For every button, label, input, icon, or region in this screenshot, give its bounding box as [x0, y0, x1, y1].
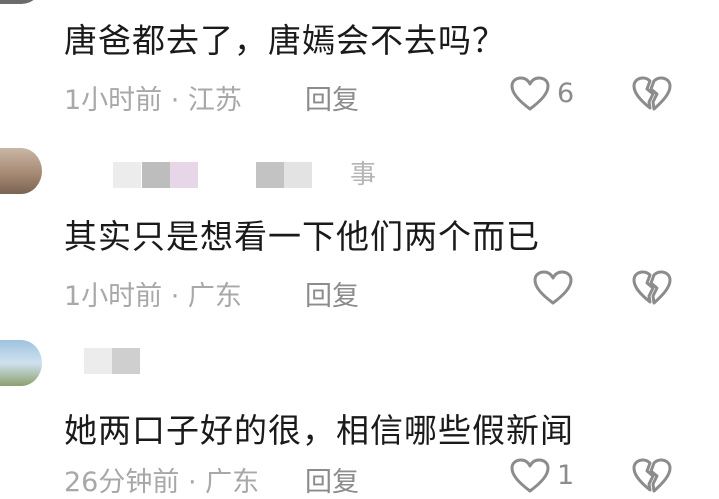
like-count: 1 [557, 460, 575, 491]
like-count: 6 [557, 78, 575, 109]
reply-button[interactable]: 回复 [305, 274, 359, 313]
broken-heart-icon[interactable] [632, 458, 672, 494]
heart-outline-icon[interactable] [510, 76, 550, 112]
comment-meta: 1小时前 · 广东 [64, 281, 242, 312]
comment-text: 其实只是想看一下他们两个而已 [64, 217, 540, 256]
comment-meta: 1小时前 · 江苏 [64, 85, 242, 116]
reply-button[interactable]: 回复 [305, 460, 359, 499]
broken-heart-icon[interactable] [632, 270, 672, 306]
avatar[interactable] [0, 340, 42, 386]
heart-outline-icon[interactable] [510, 458, 550, 494]
broken-heart-icon[interactable] [632, 76, 672, 112]
avatar[interactable] [0, 0, 42, 4]
heart-outline-icon[interactable] [533, 270, 573, 306]
comment-text: 她两口子好的很，相信哪些假新闻 [64, 411, 574, 450]
comment-meta: 26分钟前 · 广东 [64, 467, 260, 498]
comment-text: 唐爸都去了，唐嫣会不去吗？ [64, 21, 506, 60]
reply-button[interactable]: 回复 [305, 78, 359, 117]
username-suffix: 事 [350, 160, 377, 190]
avatar[interactable] [0, 148, 42, 194]
